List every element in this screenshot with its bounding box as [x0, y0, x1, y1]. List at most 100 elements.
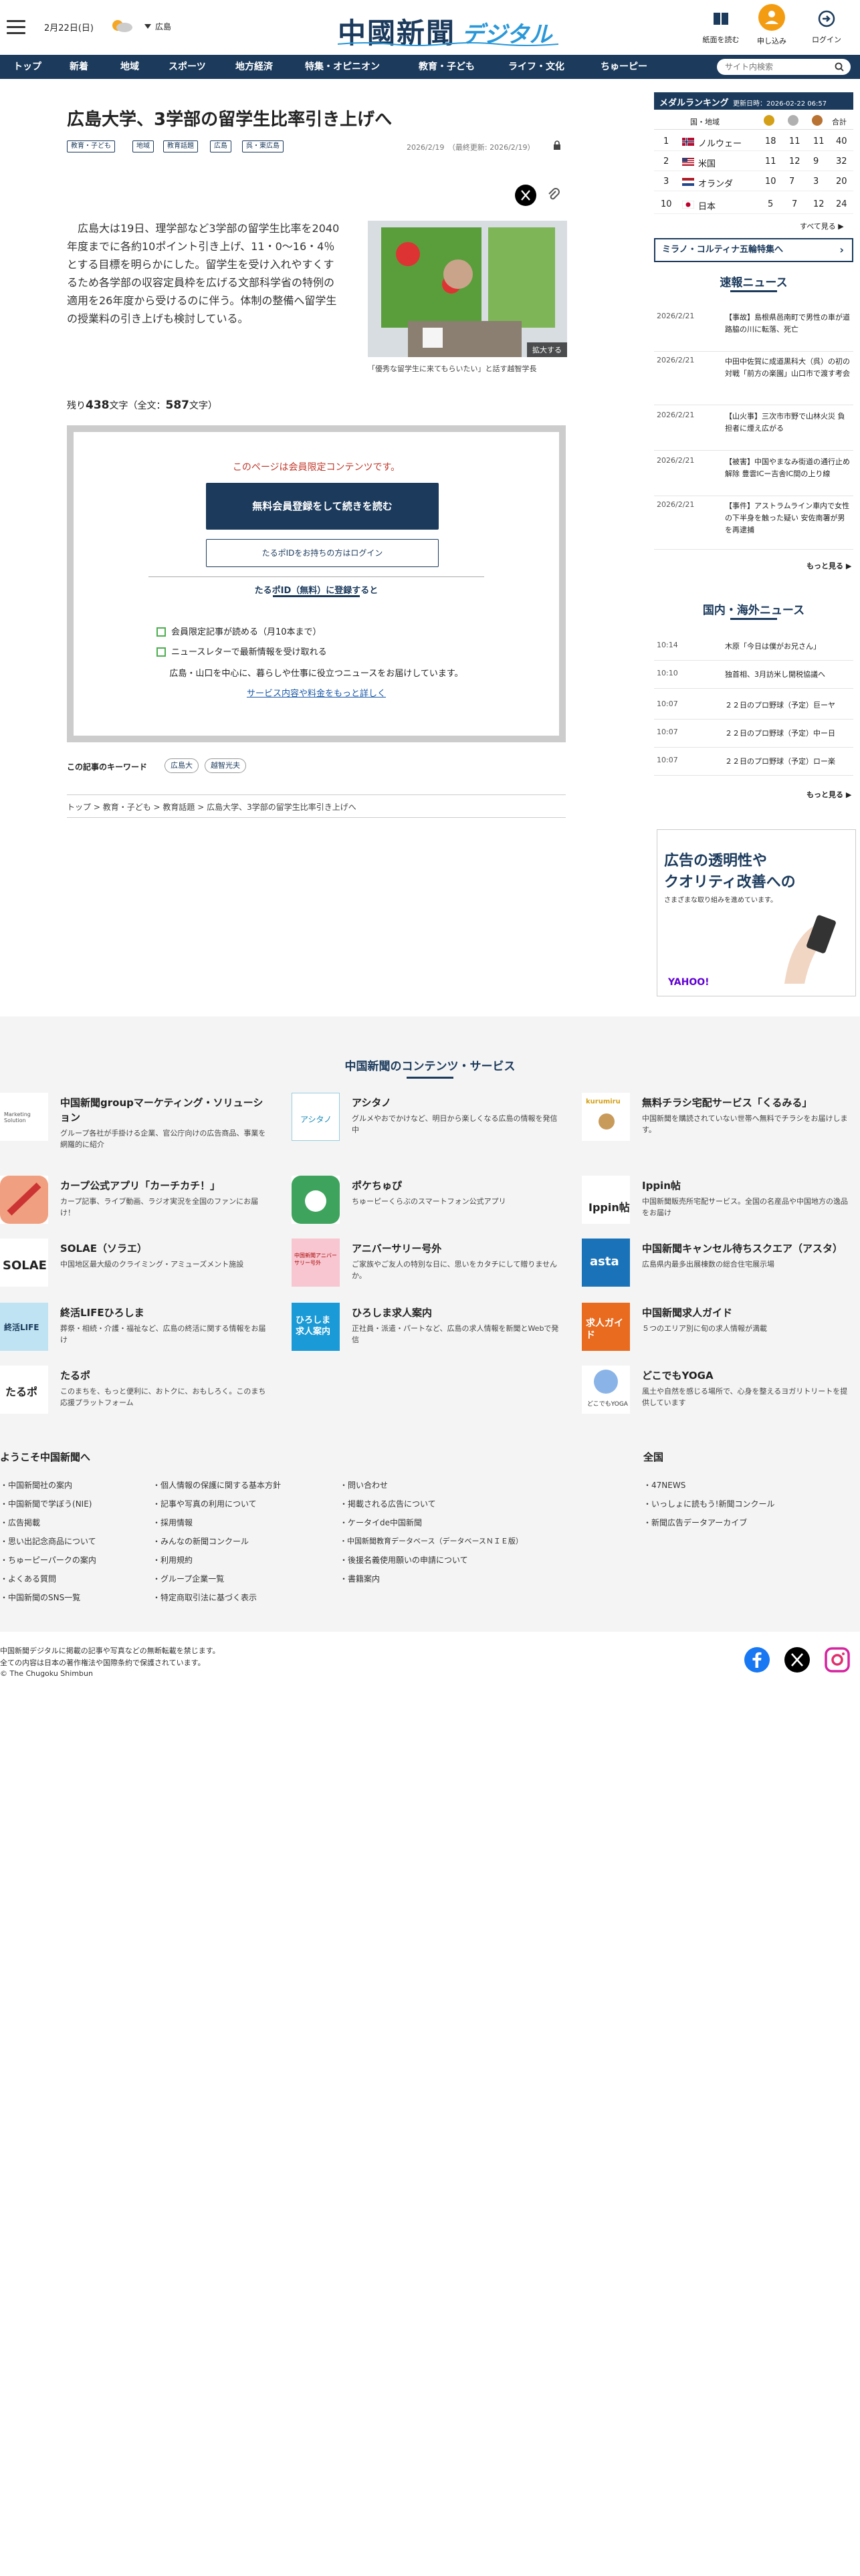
- service-item[interactable]: ポケちゅぴ ちゅーピーくらぶのスマートフォン公式アプリ: [292, 1176, 559, 1229]
- service-item[interactable]: ひろしま求人案内 ひろしま求人案内 正社員・派遣・パートなど、広島の求人情報を新…: [292, 1303, 559, 1356]
- service-item[interactable]: カープ公式アプリ「カーチカチ！」 カープ記事、ライブ動画、ラジオ実況を全国のファ…: [0, 1176, 267, 1229]
- nav-opinion[interactable]: 特集・オピニオン: [305, 55, 380, 79]
- signup-button[interactable]: 申し込み: [752, 4, 792, 46]
- search-icon[interactable]: [835, 62, 844, 72]
- service-item[interactable]: kurumiru 無料チラシ宅配サービス「くるみる」 中国新聞を購読されていない…: [582, 1093, 849, 1146]
- nav-new[interactable]: 新着: [70, 55, 88, 79]
- news-item[interactable]: 2026/2/21 【山火事】三次市市野で山林火災 負担者に煙え広がる: [654, 411, 853, 451]
- tag-education[interactable]: 教育・子ども: [67, 140, 115, 152]
- service-item[interactable]: SOLAE SOLAE（ソラエ） 中国地区最大級のクライミング・アミューズメント…: [0, 1239, 267, 1292]
- carp-app-logo: [0, 1176, 48, 1224]
- news-item[interactable]: 10:07 ２２日のプロ野球（予定）中ー日: [654, 728, 853, 748]
- footer-link[interactable]: ・中国新聞のSNS一覧: [0, 1592, 80, 1603]
- link-copy-icon[interactable]: [543, 185, 564, 206]
- site-logo[interactable]: 中國新聞 デジタル: [338, 7, 558, 49]
- service-item[interactable]: 終活LIFE 終活LIFEひろしま 葬祭・相続・介護・福祉など、広島の終活に関す…: [0, 1303, 267, 1356]
- instagram-icon[interactable]: [824, 1646, 851, 1673]
- footer-link[interactable]: ・ちゅーピーパークの案内: [0, 1554, 96, 1566]
- region-selector[interactable]: 広島: [144, 21, 171, 32]
- news-item[interactable]: 2026/2/21 【被害】中国やまなみ街道の通行止め解除 豊雲ICー吉舎IC間の…: [654, 456, 853, 496]
- footer-link[interactable]: ・よくある質問: [0, 1573, 56, 1584]
- footer-link[interactable]: ・採用情報: [152, 1517, 193, 1528]
- norway-flag-icon: [682, 138, 694, 146]
- x-share-icon[interactable]: [515, 185, 536, 206]
- footer-link[interactable]: ・思い出記念商品について: [0, 1535, 96, 1547]
- nav-economy[interactable]: 地方経済: [235, 55, 273, 79]
- nav-chupy[interactable]: ちゅーピー: [601, 55, 647, 79]
- service-item[interactable]: asta 中国新聞キャンセル待ちスクエア（アスタ） 広島県内最多出展棟数の総合住…: [582, 1239, 849, 1292]
- footer-link[interactable]: ・書籍案内: [340, 1573, 380, 1584]
- news-item[interactable]: 2026/2/21 【事故】島根県邑南町で男性の車が道路脇の川に転落、死亡: [654, 312, 853, 352]
- yoga-logo: どこでもYOGA: [582, 1366, 630, 1414]
- keyword-chip[interactable]: 広島大: [165, 758, 199, 773]
- gold-medal-icon: [764, 115, 774, 126]
- breaking-more-link[interactable]: もっと見る ▶: [807, 560, 851, 571]
- service-item[interactable]: アシタノ アシタノ グルメやおでかけなど、明日から楽しくなる広島の情報を発信中: [292, 1093, 559, 1146]
- medal-see-all-link[interactable]: すべて見る ▶: [800, 221, 844, 231]
- service-item[interactable]: たるポ たるポ このまちを、もっと便利に、おトクに、おもしろく。このまち応援プラ…: [0, 1366, 267, 1419]
- check-icon: [156, 647, 166, 657]
- tag-kure-higashihiroshima[interactable]: 呉・東広島: [242, 140, 284, 152]
- footer-link[interactable]: ・中国新聞教育データベース（データベースＮＩＥ版）: [340, 1535, 523, 1546]
- read-paper-button[interactable]: 紙面を読む: [701, 8, 741, 45]
- login-button[interactable]: ログイン: [807, 8, 847, 45]
- news-item[interactable]: 2026/2/21 中田中佐賀に成道黒科大（呉）の初の対戦「前方の楽園」山口市で渡…: [654, 356, 853, 405]
- nav-sports[interactable]: スポーツ: [169, 55, 206, 79]
- free-register-button[interactable]: 無料会員登録をして続きを読む: [206, 483, 439, 530]
- hamburger-menu-icon[interactable]: [7, 20, 25, 35]
- hiroshima-kyujin-logo: ひろしま求人案内: [292, 1303, 340, 1351]
- footer-link[interactable]: ・広告掲載: [0, 1517, 40, 1528]
- milano-special-link[interactable]: ミラノ・コルティナ五輪特集へ ›: [654, 238, 853, 262]
- footer-link[interactable]: ・問い合わせ: [340, 1479, 388, 1491]
- footer-link[interactable]: ・みんなの新聞コンクール: [152, 1535, 249, 1547]
- news-item[interactable]: 10:07 ２２日のプロ野球（予定）巨ーヤ: [654, 700, 853, 720]
- footer-link[interactable]: ・特定商取引法に基づく表示: [152, 1592, 257, 1603]
- japan-flag-icon: [682, 201, 694, 209]
- footer-link[interactable]: ・新聞広告データアーカイブ: [643, 1517, 747, 1528]
- footer-link[interactable]: ・いっしょに読もう!新聞コンクール: [643, 1498, 774, 1509]
- article-photo[interactable]: 拡大する: [368, 221, 567, 357]
- footer-link[interactable]: ・ケータイde中国新聞: [340, 1517, 422, 1528]
- breadcrumb-edu-topic[interactable]: 教育話題: [163, 802, 195, 812]
- advertisement[interactable]: 広告の透明性や クオリティ改善への さまざまな取り組みを進めています。 YAHO…: [657, 829, 856, 996]
- service-item[interactable]: 求人ガイド 中国新聞求人ガイド ５つのエリア別に旬の求人情報が満載: [582, 1303, 849, 1356]
- enlarge-button[interactable]: 拡大する: [527, 342, 567, 357]
- netherlands-flag-icon: [682, 178, 694, 186]
- nav-education[interactable]: 教育・子ども: [419, 55, 475, 79]
- news-item[interactable]: 10:14 木原「今日は僕がお兄さん」: [654, 641, 853, 661]
- footer-link[interactable]: ・記事や写真の利用について: [152, 1498, 257, 1509]
- news-item[interactable]: 2026/2/21 【事件】アストラムライン車内で女性の下半身を触った疑い 安佐南…: [654, 500, 853, 550]
- news-item[interactable]: 10:07 ２２日のプロ野球（予定）ロー楽: [654, 756, 853, 776]
- footer-link[interactable]: ・中国新聞で学ぼう(NIE): [0, 1498, 92, 1509]
- x-icon[interactable]: [784, 1646, 811, 1673]
- service-item[interactable]: Ippin帖 Ippin帖 中国新聞販売所宅配サービス。全国の名産品や中国地方の…: [582, 1176, 849, 1229]
- login-icon: [818, 10, 835, 27]
- footer-link[interactable]: ・後援名義使用願いの申請について: [340, 1554, 468, 1566]
- main-nav: トップ 新着 地域 スポーツ 地方経済 特集・オピニオン 教育・子ども ライフ・…: [0, 55, 860, 79]
- breadcrumb-education[interactable]: 教育・子ども: [103, 802, 151, 812]
- tag-education-topic[interactable]: 教育話題: [163, 140, 198, 152]
- breadcrumb-top[interactable]: トップ: [67, 802, 91, 812]
- footer-link[interactable]: ・個人情報の保護に関する基本方針: [152, 1479, 281, 1491]
- news-item[interactable]: 10:10 独首相、3月訪米し開税協議へ: [654, 669, 853, 689]
- nav-region[interactable]: 地域: [120, 55, 139, 79]
- service-item[interactable]: 中国新聞アニバーサリー号外 アニバーサリー号外 ご家族やご友人の特別な日に、思い…: [292, 1239, 559, 1292]
- search-input[interactable]: [725, 59, 832, 75]
- service-item[interactable]: Marketing Solution 中国新聞groupマーケティング・ソリュー…: [0, 1093, 267, 1149]
- footer-link[interactable]: ・利用規約: [152, 1554, 193, 1566]
- service-item[interactable]: どこでもYOGA どこでもYOGA 風土や自然を感じる場所で、心身を整えるヨガリ…: [582, 1366, 849, 1419]
- nav-top[interactable]: トップ: [13, 55, 41, 79]
- footer-link[interactable]: ・中国新聞社の案内: [0, 1479, 72, 1491]
- footer-link[interactable]: ・グループ企業一覧: [152, 1573, 224, 1584]
- keyword-chip[interactable]: 越智光夫: [205, 758, 246, 773]
- nav-life[interactable]: ライフ・文化: [508, 55, 564, 79]
- facebook-icon[interactable]: [744, 1646, 770, 1673]
- service-details-link[interactable]: サービス内容や料金をもっと詳しく: [74, 686, 559, 699]
- tag-hiroshima[interactable]: 広島: [210, 140, 231, 152]
- tag-region[interactable]: 地域: [132, 140, 154, 152]
- domestic-more-link[interactable]: もっと見る ▶: [807, 789, 851, 800]
- caret-down-icon: [144, 24, 151, 29]
- tarupo-login-button[interactable]: たるポIDをお持ちの方はログイン: [206, 539, 439, 567]
- footer-link[interactable]: ・掲載される広告について: [340, 1498, 436, 1509]
- footer-link[interactable]: ・47NEWS: [643, 1479, 685, 1491]
